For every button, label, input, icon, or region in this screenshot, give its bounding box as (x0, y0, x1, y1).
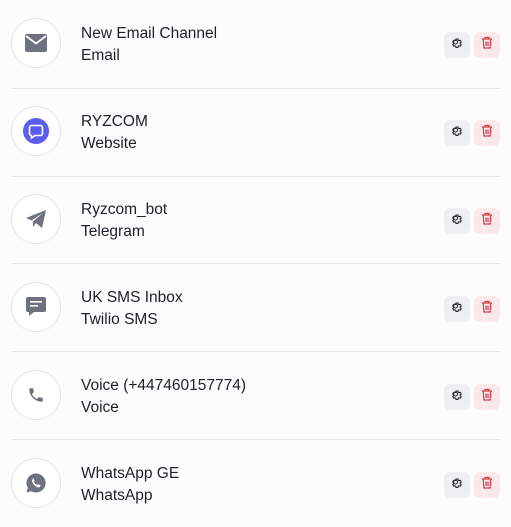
channel-name: Ryzcom_bot (81, 201, 168, 218)
channel-name: New Email Channel (81, 25, 218, 42)
channel-name: UK SMS Inbox (81, 289, 183, 306)
gear-icon (451, 212, 463, 230)
gear-icon (451, 388, 463, 406)
channel-row-telegram: Ryzcom_bot Telegram (11, 176, 501, 264)
phone-icon (27, 386, 45, 404)
gear-icon (451, 36, 463, 54)
channel-settings-button[interactable] (444, 120, 470, 146)
channel-avatar (11, 282, 61, 332)
trash-icon (481, 212, 493, 230)
trash-icon (481, 300, 493, 318)
channel-settings-button[interactable] (444, 296, 470, 322)
chat-bubble-icon (23, 118, 49, 144)
channel-delete-button[interactable] (474, 384, 500, 410)
channel-row-email: New Email Channel Email (11, 0, 501, 89)
channel-name: RYZCOM (81, 113, 148, 130)
channel-type: Voice (81, 399, 119, 416)
channel-settings-button[interactable] (444, 472, 470, 498)
channel-avatar (11, 18, 61, 68)
channel-list: New Email Channel Email RYZCOM Website R… (0, 0, 511, 518)
trash-icon (481, 124, 493, 142)
channel-delete-button[interactable] (474, 296, 500, 322)
channel-settings-button[interactable] (444, 384, 470, 410)
gear-icon (451, 300, 463, 318)
channel-type: WhatsApp (81, 487, 153, 504)
channel-type: Email (81, 47, 120, 64)
channel-avatar (11, 106, 61, 156)
channel-name: WhatsApp GE (81, 465, 180, 482)
channel-row-website: RYZCOM Website (11, 88, 501, 177)
channel-avatar (11, 194, 61, 244)
gear-icon (451, 476, 463, 494)
channel-row-sms: UK SMS Inbox Twilio SMS (11, 264, 501, 352)
sms-message-icon (25, 296, 47, 318)
channel-row-whatsapp: WhatsApp GE WhatsApp (11, 440, 501, 527)
trash-icon (481, 388, 493, 406)
channel-type: Telegram (81, 223, 145, 240)
channel-name: Voice (+447460157774) (81, 377, 247, 394)
envelope-icon (25, 34, 47, 52)
trash-icon (481, 476, 493, 494)
channel-settings-button[interactable] (444, 32, 470, 58)
channel-avatar (11, 370, 61, 420)
whatsapp-icon (25, 472, 47, 494)
channel-avatar (11, 458, 61, 508)
channel-delete-button[interactable] (474, 120, 500, 146)
gear-icon (451, 124, 463, 142)
channel-delete-button[interactable] (474, 472, 500, 498)
channel-delete-button[interactable] (474, 208, 500, 234)
channel-type: Twilio SMS (81, 311, 158, 328)
channel-delete-button[interactable] (474, 32, 500, 58)
channel-settings-button[interactable] (444, 208, 470, 234)
channel-row-voice: Voice (+447460157774) Voice (11, 352, 501, 440)
telegram-plane-icon (25, 209, 47, 229)
channel-type: Website (81, 135, 137, 152)
trash-icon (481, 36, 493, 54)
